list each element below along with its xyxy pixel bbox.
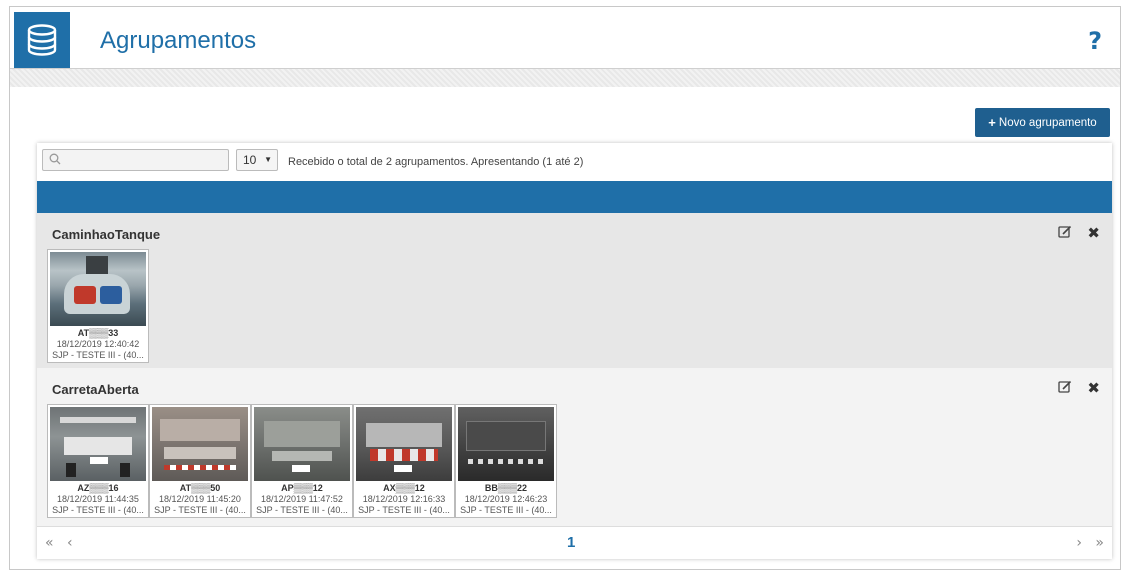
- plate-text: AT▒▒▒33: [77, 328, 119, 338]
- vehicle-thumbnail[interactable]: AP▒▒▒12 18/12/2019 11:47:52 SJP - TESTE …: [251, 404, 353, 518]
- plate-text: AX▒▒▒12: [383, 483, 425, 493]
- vehicle-thumbnail[interactable]: AZ▒▒▒16 18/12/2019 11:44:35 SJP - TESTE …: [47, 404, 149, 518]
- vehicle-photo: [152, 407, 248, 481]
- table-header-bar: [37, 181, 1112, 213]
- group-row: CarretaAberta ✖ AZ▒▒▒16 18/12/2019 11:44…: [37, 368, 1112, 526]
- edit-icon[interactable]: [1058, 225, 1072, 239]
- capture-date: 18/12/2019 12:40:42: [56, 339, 140, 349]
- capture-location: SJP - TESTE III - (40...: [256, 505, 348, 515]
- plate-text: AP▒▒▒12: [281, 483, 323, 493]
- capture-location: SJP - TESTE III - (40...: [358, 505, 450, 515]
- header: Agrupamentos ?: [10, 7, 1120, 69]
- vehicle-photo: [356, 407, 452, 481]
- page-size-select[interactable]: 10 ▼: [236, 149, 278, 171]
- header-divider: [10, 69, 1120, 87]
- capture-date: 18/12/2019 12:46:23: [464, 494, 548, 504]
- delete-icon[interactable]: ✖: [1087, 224, 1100, 242]
- vehicle-photo: [50, 252, 146, 326]
- capture-date: 18/12/2019 11:44:35: [57, 494, 139, 504]
- vehicle-thumbnail[interactable]: AX▒▒▒12 18/12/2019 12:16:33 SJP - TESTE …: [353, 404, 455, 518]
- vehicle-thumbnail[interactable]: AT▒▒▒50 18/12/2019 11:45:20 SJP - TESTE …: [149, 404, 251, 518]
- page-title: Agrupamentos: [100, 27, 257, 54]
- database-icon: [14, 12, 70, 68]
- new-group-button[interactable]: + Novo agrupamento: [975, 108, 1110, 137]
- plate-text: AT▒▒▒50: [179, 483, 221, 493]
- search-box[interactable]: [42, 149, 229, 171]
- search-input[interactable]: [65, 151, 225, 169]
- group-name: CarretaAberta: [52, 382, 139, 397]
- app-frame: Agrupamentos ? + Novo agrupamento 10 ▼ R…: [9, 6, 1121, 570]
- results-info: Recebido o total de 2 agrupamentos. Apre…: [288, 156, 584, 168]
- plate-text: AZ▒▒▒16: [77, 483, 119, 493]
- first-page-button[interactable]: «: [45, 535, 54, 551]
- groups-panel: 10 ▼ Recebido o total de 2 agrupamentos.…: [37, 143, 1112, 559]
- capture-location: SJP - TESTE III - (40...: [52, 505, 144, 515]
- plus-icon: +: [988, 115, 996, 130]
- capture-date: 18/12/2019 11:47:52: [261, 494, 343, 504]
- group-row: CaminhaoTanque ✖ AT▒▒▒33 18/12/2019 12:4…: [37, 213, 1112, 368]
- vehicle-thumbnail[interactable]: AT▒▒▒33 18/12/2019 12:40:42 SJP - TESTE …: [47, 249, 149, 363]
- vehicle-photo: [50, 407, 146, 481]
- delete-icon[interactable]: ✖: [1087, 379, 1100, 397]
- vehicle-photo: [458, 407, 554, 481]
- group-name: CaminhaoTanque: [52, 227, 161, 242]
- capture-location: SJP - TESTE III - (40...: [460, 505, 552, 515]
- capture-location: SJP - TESTE III - (40...: [52, 350, 144, 360]
- next-page-button[interactable]: ›: [1076, 535, 1082, 551]
- page-size-value: 10: [243, 153, 257, 167]
- capture-location: SJP - TESTE III - (40...: [154, 505, 246, 515]
- new-group-label: Novo agrupamento: [998, 116, 1097, 129]
- plate-text: BB▒▒▒22: [484, 483, 528, 493]
- search-icon: [49, 153, 61, 165]
- pagination: « ‹ 1 › »: [37, 526, 1112, 559]
- help-icon[interactable]: ?: [1088, 27, 1102, 55]
- prev-page-button[interactable]: ‹: [67, 535, 73, 551]
- list-toolbar: 10 ▼ Recebido o total de 2 agrupamentos.…: [37, 143, 1112, 181]
- vehicle-thumbnail[interactable]: BB▒▒▒22 18/12/2019 12:46:23 SJP - TESTE …: [455, 404, 557, 518]
- last-page-button[interactable]: »: [1095, 535, 1104, 551]
- capture-date: 18/12/2019 11:45:20: [159, 494, 241, 504]
- edit-icon[interactable]: [1058, 380, 1072, 394]
- page-number[interactable]: 1: [567, 534, 575, 551]
- vehicle-photo: [254, 407, 350, 481]
- capture-date: 18/12/2019 12:16:33: [362, 494, 446, 504]
- dropdown-arrow-icon: ▼: [264, 155, 272, 164]
